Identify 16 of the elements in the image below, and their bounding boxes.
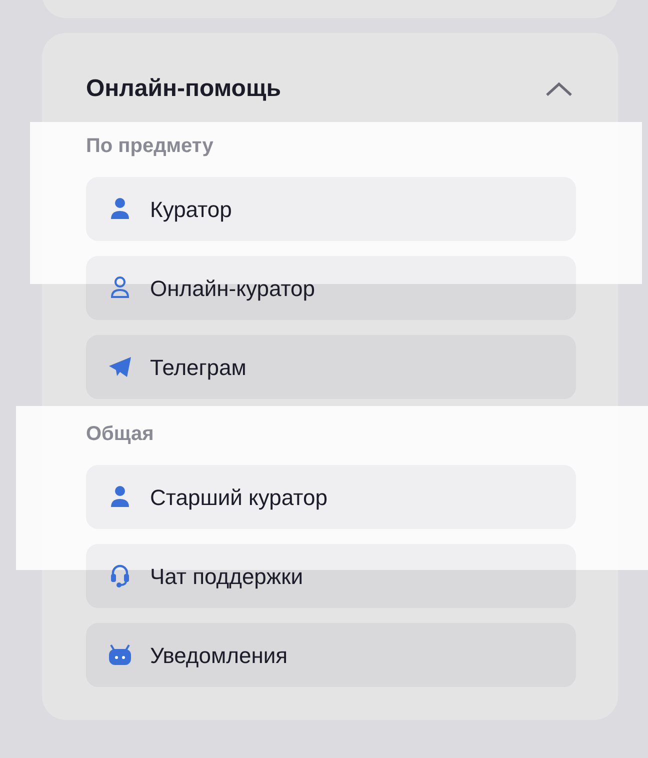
menu-item[interactable]: Телеграм — [86, 335, 576, 399]
menu-item[interactable]: Онлайн-куратор — [86, 256, 576, 320]
chevron-icon — [545, 81, 573, 97]
person-icon — [110, 197, 130, 221]
panel-title: Онлайн-помощь — [86, 74, 281, 104]
menu-item[interactable]: Чат поддержки — [86, 544, 576, 608]
person-icon — [110, 485, 130, 509]
menu-item[interactable]: Уведомления — [86, 623, 576, 687]
paper-plane-icon — [108, 356, 132, 378]
robot-icon — [108, 644, 132, 666]
person-outline-icon — [110, 276, 130, 300]
section-label: Общая — [86, 422, 155, 447]
menu-item[interactable]: Куратор — [86, 177, 576, 241]
headset-icon — [110, 563, 130, 589]
menu-item[interactable]: Старший куратор — [86, 465, 576, 529]
section-label: По предмету — [86, 134, 214, 159]
